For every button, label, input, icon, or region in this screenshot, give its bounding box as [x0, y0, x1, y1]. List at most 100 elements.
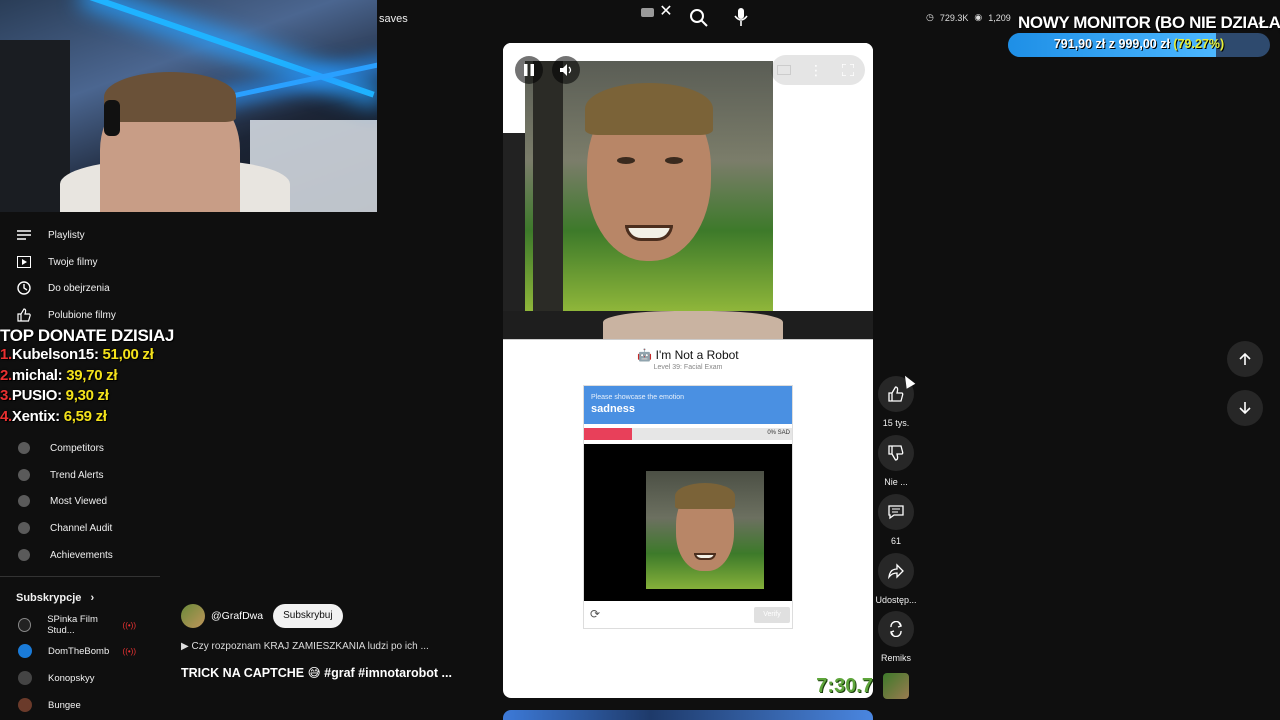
play-icon: ▶ [181, 641, 189, 652]
channel-handle[interactable]: @GrafDwa [211, 610, 263, 622]
channel-avatar[interactable] [181, 604, 205, 628]
sidebar-item-most-viewed[interactable]: Most Viewed [0, 488, 160, 514]
short-title: TRICK NA CAPTCHE 😅 #graf #imnotarobot ..… [181, 666, 452, 680]
game-title-text: I'm Not a Robot [655, 348, 739, 362]
remix-label: Remiks [880, 653, 911, 663]
sidebar-item-trend-alerts[interactable]: Trend Alerts [0, 462, 160, 488]
remix-action: Remiks [874, 611, 918, 663]
captions-icon[interactable] [776, 62, 792, 78]
thumbs-up-icon [16, 307, 32, 323]
captcha-widget: Please showcase the emotion sadness 0% S… [583, 385, 793, 629]
verify-button[interactable]: Verify [754, 607, 790, 623]
captcha-prompt: Please showcase the emotion [591, 394, 684, 401]
progress-text: 0% SAD [767, 430, 790, 436]
video-frame[interactable]: ⋮ [503, 43, 873, 339]
volume-button[interactable] [552, 56, 580, 84]
live-icon: ((•)) [122, 620, 136, 630]
sidebar-item-label: Achievements [50, 549, 113, 561]
search-icon [690, 9, 708, 27]
donate-row: 4.Xentix: 6,59 zł [0, 407, 107, 425]
voice-search-button[interactable] [734, 6, 748, 28]
goal-progress-text: 791,90 zł z 999,00 zł (79.27%) [1053, 37, 1225, 51]
subscription-item[interactable]: Bungee [0, 693, 160, 717]
remix-button[interactable] [878, 611, 914, 647]
sidebar-item-watch-later[interactable]: Do obejrzenia [0, 275, 160, 301]
sidebar-item-label: Do obejrzenia [48, 282, 110, 294]
emotion-progress: 0% SAD [584, 428, 792, 440]
donate-row: 2.michal: 39,70 zł [0, 366, 118, 384]
captcha-emotion: sadness [591, 403, 636, 415]
stream-stats: ◷ 729.3K ◉ 1,209 [926, 12, 1011, 23]
progress-fill [584, 428, 632, 440]
share-icon [888, 563, 904, 579]
subscription-label: SPinka Film Stud... [47, 614, 98, 636]
tool-icon [18, 522, 30, 534]
playlist-icon [16, 227, 32, 243]
channel-avatar [18, 644, 32, 658]
pause-button[interactable] [515, 56, 543, 84]
goal-progress-bar: 791,90 zł z 999,00 zł (79.27%) [1008, 33, 1270, 57]
fullscreen-icon[interactable] [840, 62, 856, 78]
goal-title: NOWY MONITOR (BO NIE DZIAŁA) [1018, 13, 1280, 32]
arrow-down-icon [1239, 402, 1251, 415]
related-video-link[interactable]: ▶ Czy rozpoznam KRAJ ZAMIESZKANIA ludzi … [181, 641, 429, 652]
search-query[interactable]: saves [376, 13, 408, 25]
mic-icon [734, 8, 748, 26]
channel-avatar [18, 698, 32, 712]
sidebar-item-label: Twoje filmy [48, 256, 98, 268]
shorts-player[interactable]: ⋮ 🤖 I'm Not a Robot Level 39: Facial Exa… [503, 43, 873, 698]
divider [0, 576, 160, 577]
tool-icon [18, 442, 30, 454]
subscription-label: DomTheBomb [48, 645, 110, 657]
keyboard-icon[interactable] [641, 8, 654, 17]
captcha-header: Please showcase the emotion sadness [584, 386, 792, 424]
subscriptions-heading[interactable]: Subskrypcje › [16, 592, 94, 604]
like-count: 15 tys. [882, 418, 910, 428]
game-face-image [525, 61, 773, 311]
clock-icon [16, 280, 32, 296]
volume-icon [560, 64, 572, 76]
sidebar-item-liked-videos[interactable]: Polubione filmy [0, 302, 160, 328]
tool-icon [18, 495, 30, 507]
share-button[interactable] [878, 553, 914, 589]
sidebar-item-competitors[interactable]: Competitors [0, 435, 160, 461]
pause-icon [524, 64, 534, 76]
robot-icon: 🤖 [637, 348, 653, 362]
sidebar-item-channel-audit[interactable]: Channel Audit [0, 515, 160, 541]
search-input[interactable]: saves [376, 6, 682, 32]
share-action: Udostęp... [874, 553, 918, 605]
more-options-icon[interactable]: ⋮ [808, 62, 824, 78]
subscription-label: Konopskyy [48, 672, 95, 684]
previous-short-button[interactable] [1227, 341, 1263, 377]
channel-avatar [18, 618, 32, 632]
next-short-button[interactable] [1227, 390, 1263, 426]
comments-button[interactable] [878, 494, 914, 530]
dislike-action: Nie ... [874, 435, 918, 487]
secondary-count: 1,209 [988, 12, 1011, 23]
channel-avatar [18, 671, 32, 685]
subscription-item[interactable]: DomTheBomb ((•)) [0, 639, 160, 663]
sidebar-item-your-videos[interactable]: Twoje filmy [0, 249, 160, 275]
captcha-camera-feed [584, 444, 792, 601]
game-title: 🤖 I'm Not a Robot [503, 348, 873, 362]
sidebar-item-label: Playlisty [48, 229, 85, 241]
refresh-icon[interactable]: ⟳ [588, 607, 602, 621]
game-level: Level 39: Facial Exam [653, 364, 723, 371]
clock-icon: ◷ [926, 12, 934, 22]
search-button[interactable] [688, 7, 710, 29]
dislike-button[interactable] [878, 435, 914, 471]
game-timer: 7:30.7 [816, 675, 873, 697]
clear-search-icon[interactable]: ✕ [659, 3, 673, 21]
sidebar-item-playlists[interactable]: Playlisty [0, 222, 160, 248]
sidebar: Playlisty Twoje filmy Do obejrzenia Polu… [0, 212, 160, 720]
subscription-item[interactable]: Konopskyy [0, 666, 160, 690]
subscription-item[interactable]: SPinka Film Stud... ((•)) [0, 613, 160, 637]
channel-row: @GrafDwa Subskrybuj [181, 604, 343, 628]
captcha-footer: ⟳ Verify [584, 601, 792, 628]
share-label: Udostęp... [875, 595, 917, 605]
dislike-label: Nie ... [884, 477, 908, 487]
next-short-preview[interactable] [503, 710, 873, 720]
sidebar-item-achievements[interactable]: Achievements [0, 542, 160, 568]
subscribe-button[interactable]: Subskrybuj [273, 604, 343, 628]
channel-thumbnail[interactable] [883, 673, 909, 699]
